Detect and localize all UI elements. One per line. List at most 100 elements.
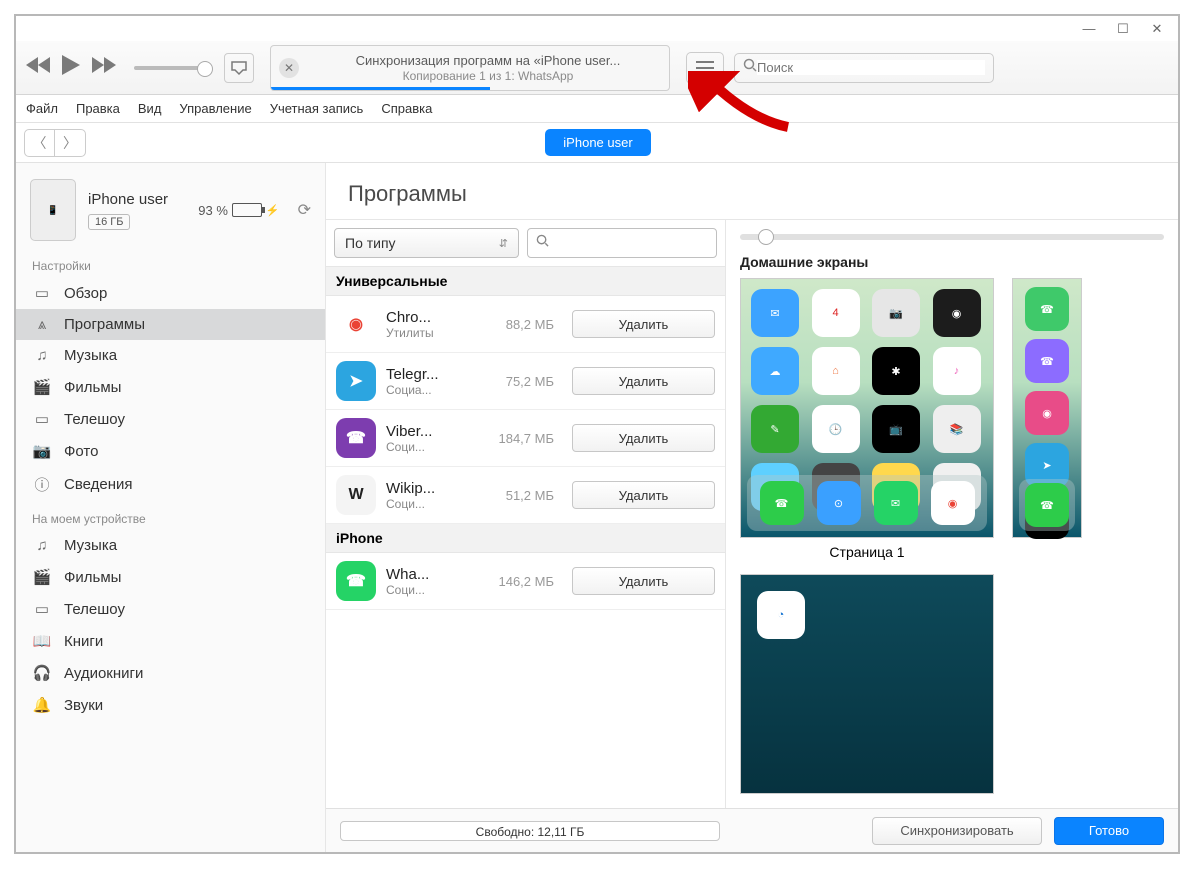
app-remove-button[interactable]: Удалить [572,310,715,338]
home-app-icon[interactable]: 4 [812,289,860,337]
search-field[interactable] [734,53,994,83]
sidebar-settings-item-6[interactable]: ⓘСведения [16,467,325,502]
home-app-icon[interactable]: ✎ [751,405,799,453]
sync-progress-bar [271,87,490,90]
home-screen-2[interactable]: ◔ [740,574,994,794]
home-screen-1[interactable]: ✉4📷◉☁⌂✱♪✎🕒📺📚Ⓐ⚙♥▦ ☎⊙✉◉ Страница 1 [740,278,994,560]
sidebar-settings-item-3[interactable]: 🎬Фильмы [16,371,325,403]
menu-справка[interactable]: Справка [381,101,432,116]
home-app-icon[interactable]: 📚 [933,405,981,453]
app-search-input[interactable] [549,236,708,251]
sidebar-device-header: На моем устройстве [16,502,325,530]
home-screen-side[interactable]: ☎☎◉➤◯ ☎ [1012,278,1082,560]
app-category: Социа... [386,383,476,397]
zoom-slider[interactable] [740,234,1164,240]
maximize-button[interactable]: ☐ [1116,22,1130,36]
home-app-icon[interactable]: ♪ [933,347,981,395]
sidebar-settings-item-5[interactable]: 📷Фото [16,435,325,467]
sidebar-settings-item-4[interactable]: ▭Телешоу [16,403,325,435]
cancel-sync-button[interactable]: ✕ [279,58,299,78]
app-row[interactable]: ☎Viber...Соци...184,7 МБУдалить [326,410,725,467]
status-title: Синхронизация программ на «iPhone user..… [307,53,669,68]
search-icon [743,58,757,77]
app-icon: ➤ [336,361,376,401]
app-row[interactable]: WWikip...Соци...51,2 МБУдалить [326,467,725,524]
menu-правка[interactable]: Правка [76,101,120,116]
prev-track-icon[interactable] [26,56,52,79]
app-name: Wikip... [386,480,476,497]
app-group-header: iPhone [326,524,725,553]
sidebar-device-item-2[interactable]: ▭Телешоу [16,593,325,625]
search-input[interactable] [757,60,985,75]
minimize-button[interactable]: — [1082,22,1096,36]
app-icon: W [336,475,376,515]
home-app-icon[interactable]: ☎ [1025,339,1069,383]
tv-icon: ▭ [32,600,52,618]
menu-учетная запись[interactable]: Учетная запись [270,101,364,116]
play-icon[interactable] [60,53,82,82]
sort-dropdown[interactable]: По типу ⇵ [334,228,519,258]
sidebar-settings-item-0[interactable]: ▭Обзор [16,277,325,309]
sidebar-item-label: Фильмы [64,569,121,586]
sidebar-item-label: Музыка [64,347,117,364]
sidebar-settings-item-1[interactable]: ⩓Программы [16,309,325,340]
sidebar-item-label: Программы [64,316,145,333]
home-app-icon[interactable]: ⊙ [817,481,861,525]
sync-button[interactable]: Синхронизировать [872,817,1042,845]
sidebar-settings-item-2[interactable]: ♫Музыка [16,340,325,371]
home-app-icon[interactable]: ☎ [1025,483,1069,527]
app-search-field[interactable] [527,228,717,258]
done-button[interactable]: Готово [1054,817,1164,845]
sidebar-device-item-3[interactable]: 📖Книги [16,625,325,657]
home-app-icon[interactable]: ◔ [757,591,805,639]
home-app-icon[interactable]: ⌂ [812,347,860,395]
volume-slider[interactable] [134,66,206,70]
home-app-icon[interactable]: ✉ [751,289,799,337]
airplay-button[interactable] [224,53,254,83]
app-row[interactable]: ➤Telegr...Социа...75,2 МБУдалить [326,353,725,410]
menu-управление[interactable]: Управление [179,101,251,116]
menu-файл[interactable]: Файл [26,101,58,116]
capacity-free-label: Свободно: 12,11 ГБ [341,822,719,841]
app-remove-button[interactable]: Удалить [572,367,715,395]
device-tab[interactable]: iPhone user [545,129,650,156]
sidebar-item-label: Фото [64,443,98,460]
home-app-icon[interactable]: ◉ [931,481,975,525]
app-remove-button[interactable]: Удалить [572,424,715,452]
list-view-button[interactable] [686,52,724,84]
sidebar-device-item-5[interactable]: 🔔Звуки [16,689,325,721]
app-remove-button[interactable]: Удалить [572,567,715,595]
close-button[interactable]: ✕ [1150,22,1164,36]
home-app-icon[interactable]: 📷 [872,289,920,337]
home-app-icon[interactable]: ☎ [1025,287,1069,331]
menu-вид[interactable]: Вид [138,101,162,116]
nav-back-forward[interactable]: 〈 〉 [24,129,86,157]
home-app-icon[interactable]: ☁ [751,347,799,395]
home-app-icon[interactable]: ☎ [760,481,804,525]
app-remove-button[interactable]: Удалить [572,481,715,509]
app-size: 51,2 МБ [486,488,554,503]
overview-icon: ▭ [32,284,52,302]
capacity-bar: Свободно: 12,11 ГБ [340,821,720,841]
sidebar-device-item-1[interactable]: 🎬Фильмы [16,561,325,593]
sidebar-device-item-4[interactable]: 🎧Аудиокниги [16,657,325,689]
app-name: Wha... [386,566,476,583]
nav-back-button[interactable]: 〈 [25,130,55,156]
sidebar-device-item-0[interactable]: ♫Музыка [16,530,325,561]
home-app-icon[interactable]: ◉ [1025,391,1069,435]
home-app-icon[interactable]: ✉ [874,481,918,525]
home-app-icon[interactable]: ◉ [933,289,981,337]
app-row[interactable]: ☎Wha...Соци...146,2 МБУдалить [326,553,725,610]
sidebar-item-label: Сведения [64,476,133,493]
home-app-icon[interactable]: ✱ [872,347,920,395]
home-app-icon[interactable]: 🕒 [812,405,860,453]
app-row[interactable]: ◉Chro...Утилиты88,2 МБУдалить [326,296,725,353]
app-category: Соци... [386,440,476,454]
home-app-icon[interactable]: 📺 [872,405,920,453]
sync-refresh-icon[interactable]: ⟳ [298,200,311,220]
app-icon: ◉ [336,304,376,344]
nav-forward-button[interactable]: 〉 [55,130,85,156]
device-name: iPhone user [88,191,168,208]
next-track-icon[interactable] [90,56,116,79]
sidebar-item-label: Фильмы [64,379,121,396]
